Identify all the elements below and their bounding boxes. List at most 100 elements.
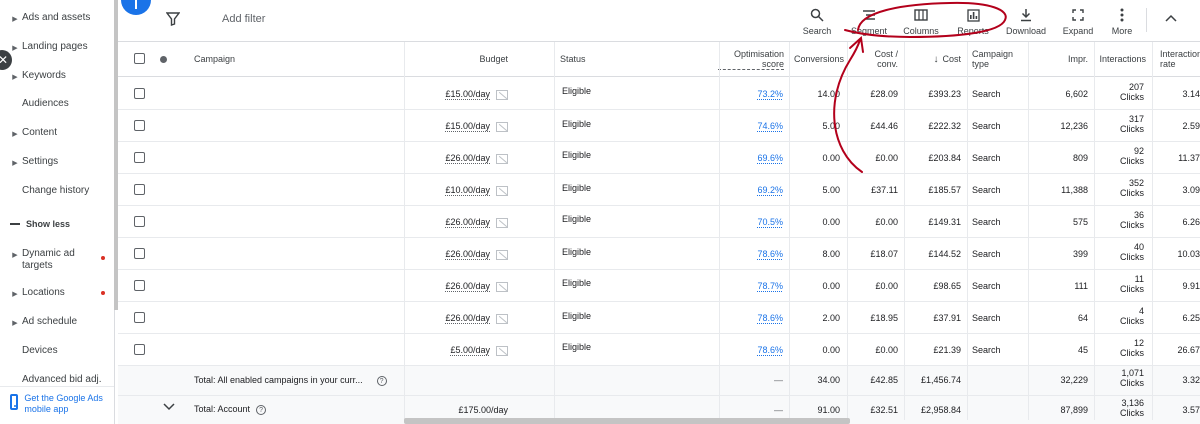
sidebar-item-content[interactable]: ▶ Content: [0, 127, 114, 141]
interactions-cell: 36 Clicks: [1120, 210, 1144, 230]
budget-cell[interactable]: £26.00/day: [404, 249, 508, 260]
columns-button[interactable]: Columns: [893, 7, 949, 36]
row-checkbox[interactable]: [134, 344, 145, 355]
reports-button[interactable]: Reports: [945, 7, 1001, 36]
row-checkbox[interactable]: [134, 312, 145, 323]
budget-cell[interactable]: £10.00/day: [404, 185, 508, 196]
row-checkbox[interactable]: [134, 216, 145, 227]
row-checkbox[interactable]: [134, 152, 145, 163]
budget-chart-icon[interactable]: [496, 313, 508, 324]
horizontal-scrollbar[interactable]: [404, 418, 850, 424]
sidebar-item-change-history[interactable]: Change history: [0, 185, 114, 197]
budget-chart-icon[interactable]: [496, 89, 508, 100]
header-optimisation-score[interactable]: Optimisation score: [718, 42, 784, 76]
more-button[interactable]: More: [1094, 7, 1150, 36]
help-icon[interactable]: ?: [256, 405, 267, 415]
row-checkbox[interactable]: [134, 120, 145, 131]
sidebar-item-dynamic-ad-targets[interactable]: ▶ Dynamic ad targets: [0, 248, 114, 272]
table-row[interactable]: £10.00/day Eligible 69.2% 5.00 £37.11 £1…: [118, 174, 1200, 206]
conversions-cell: 0.00: [822, 153, 840, 163]
show-less-toggle[interactable]: Show less: [10, 219, 70, 229]
header-cost-per-conv[interactable]: Cost / conv.: [854, 42, 898, 76]
header-campaign[interactable]: Campaign: [194, 42, 235, 76]
sidebar-item-landing-pages[interactable]: ▶ Landing pages: [0, 41, 114, 55]
column-divider: [904, 42, 905, 420]
help-icon[interactable]: ?: [376, 376, 387, 386]
download-button[interactable]: Download: [998, 7, 1054, 36]
sidebar-item-ads-and-assets[interactable]: ▶ Ads and assets: [0, 12, 114, 26]
budget-cell[interactable]: £26.00/day: [404, 281, 508, 292]
header-budget[interactable]: Budget: [404, 42, 508, 76]
header-conversions[interactable]: Conversions: [794, 42, 844, 76]
header-interactions[interactable]: Interactions: [1094, 42, 1146, 76]
budget-chart-icon[interactable]: [496, 281, 508, 292]
table-row[interactable]: £26.00/day Eligible 69.6% 0.00 £0.00 £20…: [118, 142, 1200, 174]
header-campaign-type[interactable]: Campaign type: [972, 42, 1022, 76]
status-cell: Eligible: [562, 278, 592, 288]
status-cell: Eligible: [562, 86, 592, 96]
campaign-type-cell: Search: [972, 281, 1001, 291]
budget-cell[interactable]: £15.00/day: [404, 121, 508, 132]
cost-cell: £203.84: [928, 153, 961, 163]
row-checkbox[interactable]: [134, 248, 145, 259]
header-cost[interactable]: ↓ Cost: [908, 42, 961, 76]
header-impressions[interactable]: Impr.: [1038, 42, 1088, 76]
select-all-checkbox[interactable]: [134, 53, 145, 64]
segment-button[interactable]: Segment: [841, 7, 897, 36]
table-row[interactable]: £15.00/day Eligible 73.2% 14.00 £28.09 £…: [118, 78, 1200, 110]
total-label: Total: Account?: [194, 404, 267, 415]
chevron-up-icon[interactable]: [1163, 10, 1179, 26]
table-row[interactable]: £15.00/day Eligible 74.6% 5.00 £44.46 £2…: [118, 110, 1200, 142]
chevron-down-icon[interactable]: [162, 400, 176, 414]
sidebar-item-locations[interactable]: ▶ Locations: [0, 287, 114, 301]
optimisation-score-cell[interactable]: 78.6%: [719, 249, 783, 259]
sidebar-item-ad-schedule[interactable]: ▶ Ad schedule: [0, 316, 114, 330]
table-row[interactable]: £26.00/day Eligible 78.6% 2.00 £18.95 £3…: [118, 302, 1200, 334]
optimisation-score-cell[interactable]: 78.6%: [719, 345, 783, 355]
row-checkbox[interactable]: [134, 88, 145, 99]
budget-chart-icon[interactable]: [496, 249, 508, 260]
sidebar-item-advanced-bid-adj[interactable]: Advanced bid adj.: [0, 374, 114, 386]
budget-cell[interactable]: £5.00/day: [404, 345, 508, 356]
row-checkbox[interactable]: [134, 280, 145, 291]
column-divider: [719, 42, 720, 420]
status-cell: Eligible: [562, 119, 592, 129]
row-checkbox[interactable]: [134, 184, 145, 195]
optimisation-score-cell[interactable]: 73.2%: [719, 89, 783, 99]
table-row[interactable]: £26.00/day Eligible 78.7% 0.00 £0.00 £98…: [118, 270, 1200, 302]
filter-icon[interactable]: [166, 12, 180, 26]
sidebar-item-keywords[interactable]: ▶ Keywords: [0, 70, 114, 84]
conversions-cell: 5.00: [822, 121, 840, 131]
mobile-app-promo[interactable]: Get the Google Ads mobile app: [0, 386, 114, 424]
budget-chart-icon[interactable]: [496, 121, 508, 132]
search-button[interactable]: Search: [789, 7, 845, 36]
optimisation-score-cell[interactable]: 78.6%: [719, 313, 783, 323]
optimisation-score-cell[interactable]: 69.2%: [719, 185, 783, 195]
budget-chart-icon[interactable]: [496, 217, 508, 228]
optimisation-score-cell[interactable]: 78.7%: [719, 281, 783, 291]
table-row[interactable]: £26.00/day Eligible 70.5% 0.00 £0.00 £14…: [118, 206, 1200, 238]
interactions-cell: 40 Clicks: [1120, 242, 1144, 262]
interactions-cell: 92 Clicks: [1120, 146, 1144, 166]
budget-cell[interactable]: £26.00/day: [404, 153, 508, 164]
table-row[interactable]: £26.00/day Eligible 78.6% 8.00 £18.07 £1…: [118, 238, 1200, 270]
sidebar-item-devices[interactable]: Devices: [0, 345, 114, 357]
budget-chart-icon[interactable]: [496, 153, 508, 164]
optimisation-score-cell[interactable]: 74.6%: [719, 121, 783, 131]
optimisation-score-cell[interactable]: 70.5%: [719, 217, 783, 227]
budget-chart-icon[interactable]: [496, 345, 508, 356]
interactions-cell: 317 Clicks: [1120, 114, 1144, 134]
sidebar-item-settings[interactable]: ▶ Settings: [0, 156, 114, 170]
budget-cell[interactable]: £26.00/day: [404, 313, 508, 324]
header-interaction-rate[interactable]: Interaction rate: [1160, 42, 1200, 76]
budget-cell[interactable]: £15.00/day: [404, 89, 508, 100]
sidebar-item-audiences[interactable]: Audiences: [0, 98, 114, 110]
optimisation-score-cell[interactable]: 69.6%: [719, 153, 783, 163]
total-cost-per-conv-cell: £42.85: [870, 375, 898, 385]
create-button[interactable]: [121, 0, 151, 15]
table-row[interactable]: £5.00/day Eligible 78.6% 0.00 £0.00 £21.…: [118, 334, 1200, 366]
add-filter-button[interactable]: Add filter: [222, 13, 265, 25]
budget-chart-icon[interactable]: [496, 185, 508, 196]
budget-cell[interactable]: £26.00/day: [404, 217, 508, 228]
header-status[interactable]: Status: [560, 42, 586, 76]
